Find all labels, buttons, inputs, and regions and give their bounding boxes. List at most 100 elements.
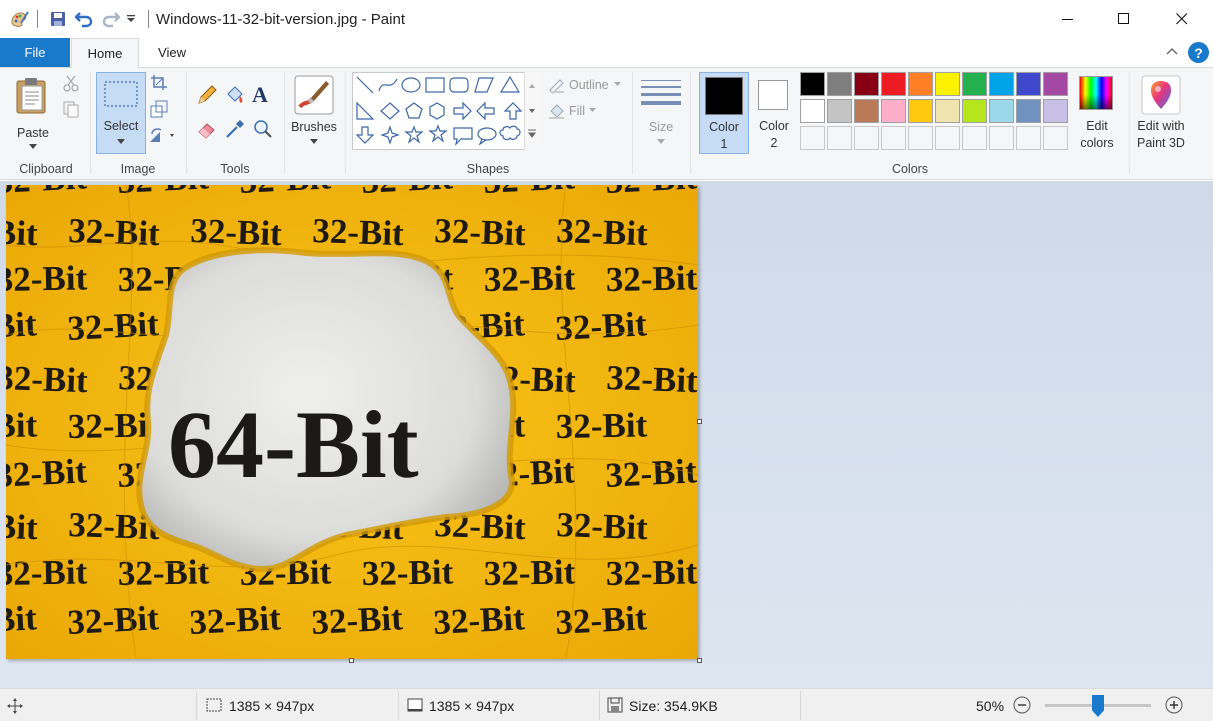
resize-icon[interactable] [150, 100, 170, 120]
palette-swatch[interactable] [989, 99, 1014, 123]
color1-button[interactable]: Color 1 [699, 72, 749, 154]
palette-swatch[interactable] [1043, 72, 1068, 96]
file-size-text: Size: 354.9KB [629, 698, 718, 714]
select-rectangle-icon [104, 81, 138, 107]
palette-swatch[interactable] [854, 99, 879, 123]
image-background-word: 32-Bit [6, 598, 38, 642]
palette-swatch[interactable] [935, 99, 960, 123]
status-divider [599, 691, 600, 720]
paste-button[interactable]: Paste [10, 74, 56, 154]
minimize-button[interactable] [1040, 0, 1096, 38]
tab-view[interactable]: View [142, 38, 202, 67]
eraser-icon[interactable] [196, 118, 218, 140]
resize-handle-bottom[interactable] [349, 658, 354, 663]
help-icon[interactable]: ? [1188, 42, 1209, 63]
palette-swatch[interactable] [962, 99, 987, 123]
customize-toolbar-icon[interactable] [124, 9, 138, 29]
crop-icon[interactable] [150, 74, 170, 94]
palette-empty-slot[interactable] [800, 126, 825, 150]
canvas-area[interactable]: 32-Bit 32-Bit 32-Bit 32-Bit 32-Bit 32-Bit 32-B… [0, 181, 1213, 688]
palette-empty-slot[interactable] [908, 126, 933, 150]
magnifier-icon[interactable] [252, 118, 274, 140]
palette-swatch[interactable] [881, 72, 906, 96]
palette-swatch[interactable] [935, 72, 960, 96]
edit-colors-button[interactable]: Edit colors [1074, 72, 1120, 154]
redo-icon[interactable] [100, 9, 122, 29]
close-icon [1176, 13, 1188, 25]
zoom-in-button[interactable] [1164, 695, 1184, 715]
close-button[interactable] [1154, 0, 1210, 38]
resize-handle-right[interactable] [697, 419, 702, 424]
image-background-word: 32-Bit [68, 211, 161, 253]
palette-swatch[interactable] [908, 72, 933, 96]
image-background-word: 32-Bit [361, 552, 453, 593]
fill-dropdown[interactable]: Fill [548, 102, 608, 120]
zoom-slider-thumb[interactable] [1092, 695, 1104, 717]
palette-swatch[interactable] [800, 99, 825, 123]
palette-empty-slot[interactable] [827, 126, 852, 150]
palette-swatch[interactable] [962, 72, 987, 96]
palette-empty-slot[interactable] [935, 126, 960, 150]
cut-icon[interactable] [62, 74, 82, 94]
outline-icon [549, 79, 564, 94]
copy-icon[interactable] [62, 100, 82, 120]
status-divider [398, 691, 399, 720]
palette-swatch[interactable] [854, 72, 879, 96]
image-canvas[interactable]: 32-Bit 32-Bit 32-Bit 32-Bit 32-Bit 32-Bit 32-B… [6, 185, 698, 659]
palette-empty-slot[interactable] [1043, 126, 1068, 150]
color2-button[interactable]: Color 2 [752, 72, 796, 154]
select-button[interactable]: Select [96, 72, 146, 154]
zoom-out-icon [1013, 696, 1031, 714]
color-picker-icon[interactable] [224, 118, 246, 140]
size-button[interactable]: Size [638, 72, 684, 154]
save-icon[interactable] [47, 9, 69, 29]
palette-swatch[interactable] [827, 99, 852, 123]
zoom-out-button[interactable] [1012, 695, 1032, 715]
tab-home[interactable]: Home [71, 38, 139, 68]
brushes-button[interactable]: Brushes [288, 72, 340, 154]
line-size-icon [641, 80, 681, 105]
pencil-icon[interactable] [196, 84, 218, 106]
color-palette [800, 72, 1072, 154]
palette-swatch[interactable] [881, 99, 906, 123]
paint3d-label-1: Edit with [1137, 119, 1185, 133]
image-background-word: 32-Bit [432, 598, 526, 642]
chevron-down-icon [310, 139, 318, 144]
resize-handle-corner[interactable] [697, 658, 702, 663]
tab-file[interactable]: File [0, 38, 70, 67]
image-background-word: 32-Bit [434, 211, 527, 253]
palette-swatch[interactable] [1016, 72, 1041, 96]
palette-empty-slot[interactable] [854, 126, 879, 150]
text-tool-icon[interactable]: A [252, 82, 274, 107]
palette-empty-slot[interactable] [881, 126, 906, 150]
palette-empty-slot[interactable] [962, 126, 987, 150]
size-label: Size [648, 120, 674, 134]
paint-app-icon[interactable] [8, 9, 30, 29]
palette-swatch[interactable] [908, 99, 933, 123]
file-size-icon [607, 697, 623, 713]
shapes-scrollbar[interactable] [524, 72, 538, 150]
selection-size-icon [206, 698, 222, 712]
outline-dropdown[interactable]: Outline [548, 76, 628, 94]
palette-swatch[interactable] [800, 72, 825, 96]
palette-empty-slot[interactable] [989, 126, 1014, 150]
group-divider [632, 72, 633, 174]
move-cursor-icon [7, 698, 23, 714]
fill-bucket-icon[interactable] [224, 84, 246, 106]
palette-swatch[interactable] [827, 72, 852, 96]
palette-empty-slot[interactable] [1016, 126, 1041, 150]
undo-icon[interactable] [73, 9, 95, 29]
palette-swatch[interactable] [1016, 99, 1041, 123]
group-divider [690, 72, 691, 174]
chevron-down-icon [657, 139, 665, 144]
palette-swatch[interactable] [1043, 99, 1068, 123]
rotate-icon[interactable] [148, 126, 178, 146]
image-background-word: 32-Bit [6, 358, 89, 400]
chevron-down-icon [29, 144, 37, 149]
maximize-button[interactable] [1096, 0, 1152, 38]
palette-swatch[interactable] [989, 72, 1014, 96]
edit-with-paint3d-button[interactable]: Edit with Paint 3D [1133, 72, 1189, 154]
collapse-ribbon-icon[interactable] [1165, 45, 1179, 57]
image-background-word: 32-Bit [190, 211, 283, 253]
colors-group-label: Colors [891, 162, 929, 176]
